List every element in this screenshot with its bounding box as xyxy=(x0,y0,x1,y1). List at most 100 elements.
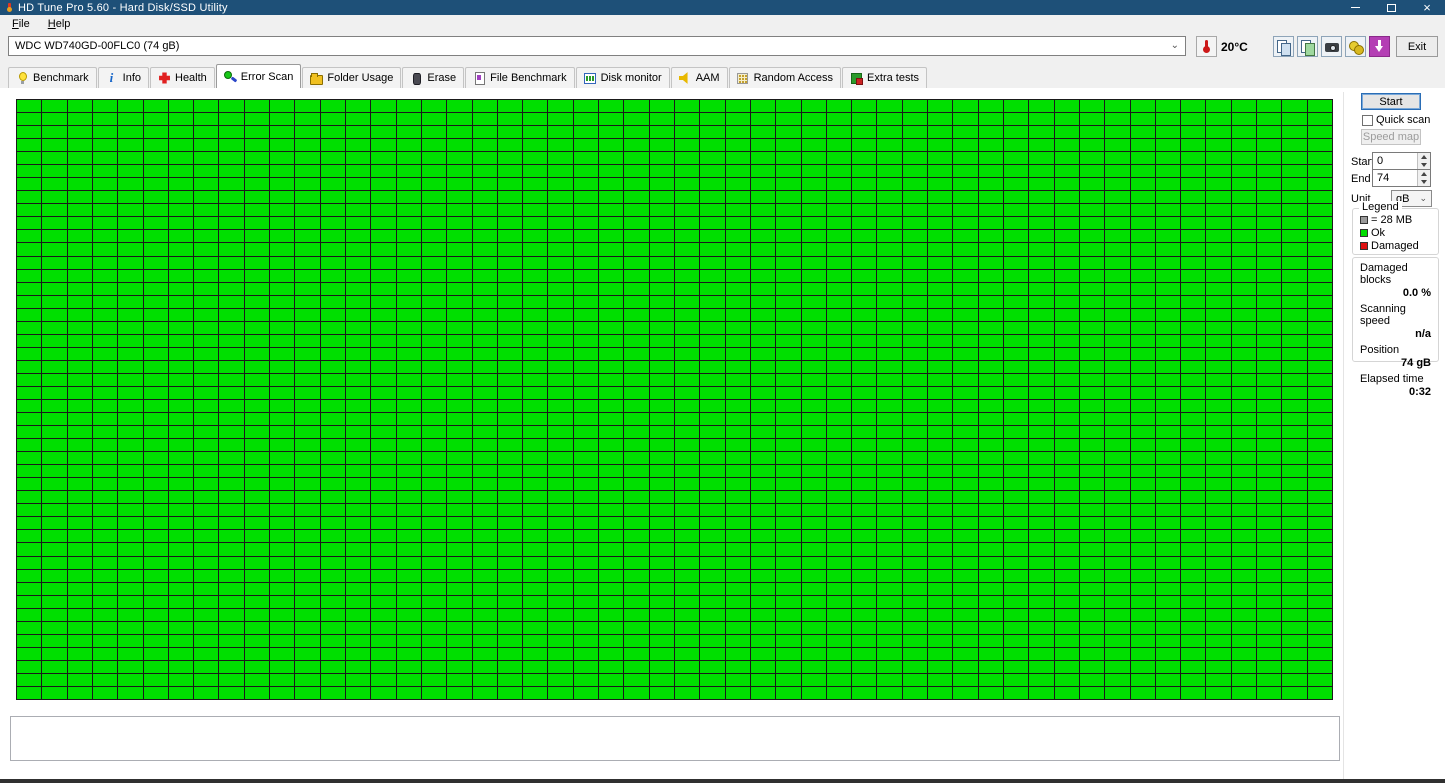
close-icon[interactable] xyxy=(1409,0,1445,15)
scan-block xyxy=(169,322,193,334)
tab-label: Disk monitor xyxy=(601,72,662,84)
copy-report-icon xyxy=(1274,37,1293,56)
scan-block xyxy=(751,557,775,569)
scan-block xyxy=(802,517,826,529)
spin-down-icon[interactable] xyxy=(1418,178,1430,186)
start-field[interactable]: 0 xyxy=(1372,152,1431,170)
spin-up-icon[interactable] xyxy=(1418,170,1430,178)
menu-help[interactable]: Help xyxy=(39,17,80,31)
tab-extra-tests[interactable]: Extra tests xyxy=(842,67,927,88)
temperature-button[interactable] xyxy=(1196,36,1217,57)
scan-block xyxy=(650,309,674,321)
scan-block xyxy=(397,217,421,229)
scan-block xyxy=(144,452,168,464)
scan-block xyxy=(1004,309,1028,321)
scan-block xyxy=(650,465,674,477)
maximize-icon[interactable] xyxy=(1373,0,1409,15)
scan-block xyxy=(270,674,294,686)
scan-block xyxy=(1282,478,1306,490)
scan-block xyxy=(903,661,927,673)
scan-block xyxy=(473,661,497,673)
scan-block xyxy=(953,243,977,255)
scan-block xyxy=(144,217,168,229)
scan-block xyxy=(1257,217,1281,229)
scan-block xyxy=(523,165,547,177)
scan-block xyxy=(852,191,876,203)
scan-block xyxy=(93,361,117,373)
scan-block xyxy=(877,348,901,360)
spin-up-icon[interactable] xyxy=(1418,153,1430,161)
scan-block xyxy=(1004,283,1028,295)
tab-aam[interactable]: AAM xyxy=(671,67,728,88)
camera-button[interactable] xyxy=(1321,36,1342,57)
scan-block xyxy=(93,570,117,582)
scan-block xyxy=(371,609,395,621)
scan-block xyxy=(93,596,117,608)
tab-folder-usage[interactable]: Folder Usage xyxy=(302,67,401,88)
scan-block xyxy=(751,361,775,373)
scan-block xyxy=(903,648,927,660)
scan-block xyxy=(144,257,168,269)
scan-block xyxy=(624,283,648,295)
tab-disk-monitor[interactable]: Disk monitor xyxy=(576,67,670,88)
scan-block xyxy=(700,152,724,164)
scan-block xyxy=(953,622,977,634)
quick-scan-checkbox[interactable] xyxy=(1362,115,1373,126)
scan-block xyxy=(903,100,927,112)
scan-block xyxy=(219,126,243,138)
scan-block xyxy=(1206,452,1230,464)
download-button[interactable] xyxy=(1369,36,1390,57)
minimize-icon[interactable] xyxy=(1337,0,1373,15)
scan-block xyxy=(599,635,623,647)
scan-block xyxy=(928,439,952,451)
scan-block xyxy=(776,674,800,686)
drive-selector-dropdown[interactable]: WDC WD740GD-00FLC0 (74 gB) ⌄ xyxy=(8,36,1186,56)
scan-block xyxy=(548,530,572,542)
scan-block xyxy=(827,100,851,112)
scan-block xyxy=(726,583,750,595)
scan-block xyxy=(877,517,901,529)
scan-block xyxy=(118,609,142,621)
scan-block xyxy=(346,661,370,673)
tab-random-access[interactable]: Random Access xyxy=(729,67,841,88)
speed-map-button[interactable]: Speed map xyxy=(1361,129,1421,145)
scan-block xyxy=(1131,322,1155,334)
scan-block xyxy=(675,126,699,138)
scan-block xyxy=(1131,596,1155,608)
scan-block xyxy=(1156,139,1180,151)
scan-block xyxy=(68,296,92,308)
tab-file-benchmark[interactable]: File Benchmark xyxy=(465,67,574,88)
scan-block xyxy=(1308,296,1332,308)
start-scan-button[interactable]: Start xyxy=(1361,93,1421,110)
scan-block xyxy=(726,165,750,177)
scan-block xyxy=(321,126,345,138)
scan-block xyxy=(1004,570,1028,582)
tab-info[interactable]: Info xyxy=(98,67,149,88)
copy-report-button[interactable] xyxy=(1273,36,1294,57)
scan-block xyxy=(93,609,117,621)
scan-block xyxy=(1004,543,1028,555)
end-field[interactable]: 74 xyxy=(1372,169,1431,187)
scan-block xyxy=(953,583,977,595)
scan-block xyxy=(1206,270,1230,282)
scan-block xyxy=(700,504,724,516)
scan-block xyxy=(93,530,117,542)
tab-error-scan[interactable]: Error Scan xyxy=(216,64,302,88)
copy-image-button[interactable] xyxy=(1297,36,1318,57)
scan-block xyxy=(17,283,41,295)
scan-block xyxy=(1282,439,1306,451)
scan-block xyxy=(245,374,269,386)
scan-block xyxy=(17,178,41,190)
scan-block xyxy=(68,687,92,699)
tab-erase[interactable]: Erase xyxy=(402,67,464,88)
scan-block xyxy=(928,178,952,190)
scan-block xyxy=(726,452,750,464)
menu-file[interactable]: File xyxy=(3,17,39,31)
tab-health[interactable]: Health xyxy=(150,67,215,88)
keys-button[interactable] xyxy=(1345,36,1366,57)
scan-block xyxy=(953,139,977,151)
spin-down-icon[interactable] xyxy=(1418,161,1430,169)
scan-block xyxy=(498,648,522,660)
tab-benchmark[interactable]: Benchmark xyxy=(8,67,97,88)
exit-button[interactable]: Exit xyxy=(1396,36,1438,57)
